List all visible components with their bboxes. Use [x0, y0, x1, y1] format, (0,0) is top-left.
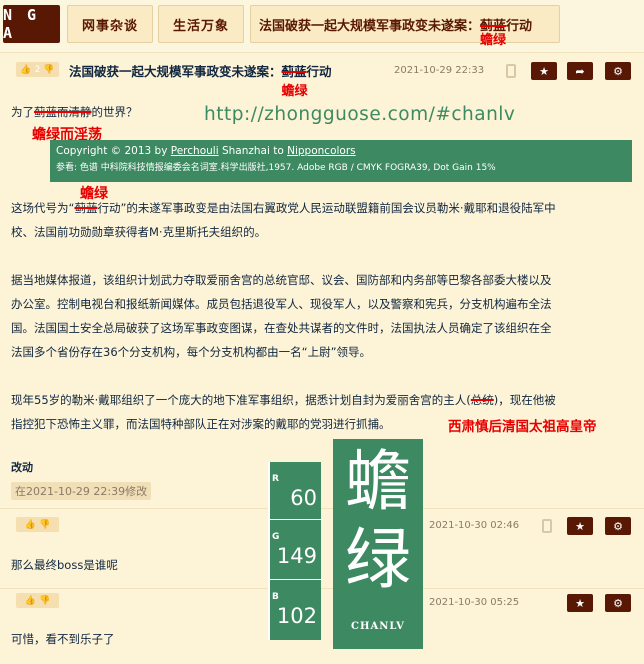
post-title-text: 法国破获一起大规模军事政变未遂案：: [69, 64, 282, 79]
divider: [270, 519, 323, 520]
post-title-struck: 蓟蓝: [281, 64, 307, 79]
green-channel-value: 149: [276, 544, 317, 568]
text: )，现在他被: [493, 393, 556, 407]
settings-button[interactable]: ⚙: [605, 594, 631, 612]
share-button[interactable]: ➦: [567, 62, 593, 80]
text: 办公室。控制电视台和报纸新闻媒体。成员包括退役军人、现役军人，以及警察和宪兵，分…: [11, 297, 552, 311]
share-arrow-icon: ➦: [575, 64, 585, 78]
mobile-client-icon: [542, 519, 552, 533]
red-channel-label: R: [272, 474, 279, 484]
gear-icon: ⚙: [613, 519, 623, 533]
favorite-star-button[interactable]: ★: [567, 517, 593, 535]
post-date: 2021-10-29 22:33: [394, 65, 485, 76]
reply-text: 可惜，看不到乐子了: [11, 632, 115, 646]
favorite-star-button[interactable]: ★: [567, 594, 593, 612]
gear-icon: ⚙: [613, 64, 623, 78]
reply-text: 那么最终boss是谁呢: [11, 558, 118, 572]
color-reference-link[interactable]: http://zhongguose.com/#chanlv: [204, 104, 515, 125]
nga-logo[interactable]: N G A: [3, 5, 60, 43]
blue-channel-value: 102: [276, 604, 317, 628]
edit-note: 在2021-10-29 22:39修改: [11, 482, 152, 500]
divider: [270, 579, 323, 580]
breadcrumb-section[interactable]: 网事杂谈: [67, 5, 153, 43]
thumb-up-icon: 👍: [20, 64, 32, 75]
breadcrumb-subsection[interactable]: 生活万象: [158, 5, 244, 43]
reply-post: [0, 588, 644, 664]
star-icon: ★: [539, 64, 549, 78]
like-button[interactable]: 👍 👎: [16, 593, 59, 608]
color-name-card: 蟾 绿 CHANLV: [333, 439, 423, 649]
text: 行动”的未遂军事政变是由法国右翼政党人民运动联盟籍前国会议员勒米·戴耶和退役陆军…: [97, 201, 556, 215]
copyright-line: Copyright © 2013 by Perchouli Shanzhai t…: [56, 142, 626, 160]
rgb-swatch-panel: R 60 G 149 B 102: [268, 462, 323, 640]
star-icon: ★: [575, 596, 585, 610]
blue-channel-label: B: [272, 592, 279, 602]
copyright-mid: Shanzhai to: [218, 145, 288, 157]
text: 校、法国前功勋勋章获得者M·克里斯托夫组织的。: [11, 225, 267, 239]
like-button[interactable]: 👍 2 👎: [16, 62, 59, 77]
post-title-tail: 行动: [306, 64, 332, 79]
thumb-up-icon: 👍: [24, 595, 36, 606]
thumb-down-icon: 👎: [39, 595, 51, 606]
author-link[interactable]: Perchouli: [171, 145, 219, 157]
like-count: 2: [34, 64, 41, 75]
breadcrumb-label: 生活万象: [172, 18, 229, 34]
color-reference-banner: Copyright © 2013 by Perchouli Shanzhai t…: [50, 140, 632, 182]
reply-date: 2021-10-30 05:25: [429, 597, 520, 608]
color-name-char: 绿: [345, 521, 411, 598]
color-name-pinyin: CHANLV: [351, 621, 405, 632]
breadcrumb-label: 网事杂谈: [81, 18, 138, 34]
struck-text: 总统: [470, 393, 494, 407]
thumb-up-icon: 👍: [24, 519, 36, 530]
thumb-down-icon: 👎: [43, 64, 55, 75]
struck-text: 蓟蓝: [74, 201, 98, 215]
settings-button[interactable]: ⚙: [605, 62, 631, 80]
text: 为了: [11, 105, 34, 119]
gear-icon: ⚙: [613, 596, 623, 610]
thumb-down-icon: 👎: [39, 519, 51, 530]
breadcrumb-thread[interactable]: 法国破获一起大规模军事政变未遂案： 蓟蓝 蟾绿 行动: [250, 5, 560, 48]
post-paragraph-2: 据当地媒体报道，该组织计划武力夺取爱丽舍宫的总统官邸、议会、国防部和内务部等巴黎…: [11, 268, 641, 364]
text: 国。法国国土安全总局破获了这场军事政变图谋，在查处共谋者的文件时，法国执法人员确…: [11, 321, 552, 335]
text: 这场代号为“: [11, 201, 75, 215]
like-button[interactable]: 👍 👎: [16, 517, 59, 532]
mobile-client-icon: [506, 64, 516, 78]
reference-line: 参看: 色谱 中科院科技情报编委会名词室.科学出版社,1957. Adobe R…: [56, 163, 496, 173]
red-annotation: 西肃慎后清国太祖高皇帝: [448, 419, 597, 435]
breadcrumb-label: 法国破获一起大规模军事政变未遂案：: [259, 18, 481, 34]
settings-button[interactable]: ⚙: [605, 517, 631, 535]
text: 现年55岁的勒米·戴耶组织了一个庞大的地下准军事组织，据悉计划自封为爱丽舍宫的主…: [11, 393, 471, 407]
color-name-char: 蟾: [345, 443, 411, 520]
text: 的世界？: [91, 105, 138, 119]
post-paragraph-1: 这场代号为“蓟蓝行动”的未遂军事政变是由法国右翼政党人民运动联盟籍前国会议员勒米…: [11, 196, 636, 244]
post-line1: 为了蓟蓝而清静 蟾绿而淫荡 的世界？: [11, 100, 138, 143]
breadcrumb-tail: 行动: [506, 18, 533, 34]
reply-date: 2021-10-30 02:46: [429, 520, 520, 531]
red-channel-value: 60: [290, 486, 317, 510]
breadcrumb-red-sub: 蟾绿: [480, 32, 507, 48]
copyright-text: Copyright © 2013 by: [56, 145, 171, 157]
edit-label: 改动: [11, 461, 33, 474]
text: 法国多个省份存在36个分支机构，每个分支机构都由一名“上尉”领导。: [11, 345, 372, 359]
post-title: 法国破获一起大规模军事政变未遂案：蓟蓝蟾绿 行动: [69, 61, 332, 99]
text: 据当地媒体报道，该组织计划武力夺取爱丽舍宫的总统官邸、议会、国防部和内务部等巴黎…: [11, 273, 552, 287]
green-channel-label: G: [272, 532, 280, 542]
post-title-red-sub: 蟾绿: [281, 84, 308, 99]
struck-text: 蓟蓝而清静: [34, 105, 92, 119]
favorite-star-button[interactable]: ★: [531, 62, 557, 80]
star-icon: ★: [575, 519, 585, 533]
site-link[interactable]: Nipponcolors: [287, 145, 356, 157]
text: 指控犯下恐怖主义罪，而法国特种部队正在对涉案的戴耶的党羽进行抓捕。: [11, 417, 391, 431]
